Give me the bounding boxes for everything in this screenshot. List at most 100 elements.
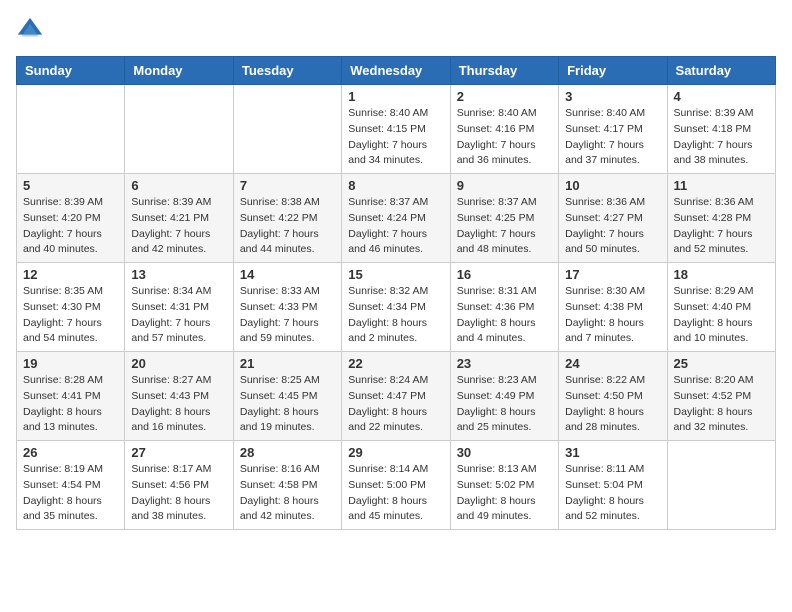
day-number: 21 bbox=[240, 356, 335, 371]
day-number: 4 bbox=[674, 89, 769, 104]
calendar-cell: 8 Sunrise: 8:37 AMSunset: 4:24 PMDaylight… bbox=[342, 174, 450, 263]
calendar-cell: 24 Sunrise: 8:22 AMSunset: 4:50 PMDayligh… bbox=[559, 352, 667, 441]
day-info: Sunrise: 8:39 AMSunset: 4:18 PMDaylight:… bbox=[674, 106, 769, 169]
header-friday: Friday bbox=[559, 57, 667, 85]
day-number: 23 bbox=[457, 356, 552, 371]
day-number: 24 bbox=[565, 356, 660, 371]
calendar-cell: 6Sunrise: 8:39 AMSunset: 4:21 PMDaylight… bbox=[125, 174, 233, 263]
calendar-cell: 9Sunrise: 8:37 AMSunset: 4:25 PMDaylight… bbox=[450, 174, 558, 263]
calendar-cell: 12Sunrise: 8:35 AMSunset: 4:30 PMDayligh… bbox=[17, 263, 125, 352]
day-number: 17 bbox=[565, 267, 660, 282]
day-number: 22 bbox=[348, 356, 443, 371]
calendar-cell: 22 Sunrise: 8:24 AMSunset: 4:47 PMDayligh… bbox=[342, 352, 450, 441]
calendar-cell: 10 Sunrise: 8:36 AMSunset: 4:27 PMDayligh… bbox=[559, 174, 667, 263]
day-number: 6 bbox=[131, 178, 226, 193]
day-number: 18 bbox=[674, 267, 769, 282]
day-info: Sunrise: 8:37 AMSunset: 4:24 PMDaylight:… bbox=[348, 195, 443, 258]
header-thursday: Thursday bbox=[450, 57, 558, 85]
day-number: 28 bbox=[240, 445, 335, 460]
day-info: Sunrise: 8:40 AMSunset: 4:15 PMDaylight:… bbox=[348, 106, 443, 169]
day-number: 26 bbox=[23, 445, 118, 460]
calendar-week-1: 1 Sunrise: 8:40 AMSunset: 4:15 PMDaylight… bbox=[17, 85, 776, 174]
day-info: Sunrise: 8:14 AMSunset: 5:00 PMDaylight:… bbox=[348, 462, 443, 525]
day-number: 3 bbox=[565, 89, 660, 104]
calendar-cell bbox=[125, 85, 233, 174]
day-number: 15 bbox=[348, 267, 443, 282]
calendar-cell: 29Sunrise: 8:14 AMSunset: 5:00 PMDayligh… bbox=[342, 441, 450, 530]
day-number: 5 bbox=[23, 178, 118, 193]
calendar-cell bbox=[17, 85, 125, 174]
page-header bbox=[16, 16, 776, 44]
calendar-cell: 20 Sunrise: 8:27 AMSunset: 4:43 PMDayligh… bbox=[125, 352, 233, 441]
day-number: 12 bbox=[23, 267, 118, 282]
day-info: Sunrise: 8:24 AMSunset: 4:47 PMDaylight:… bbox=[348, 373, 443, 436]
header-wednesday: Wednesday bbox=[342, 57, 450, 85]
day-info: Sunrise: 8:20 AMSunset: 4:52 PMDaylight:… bbox=[674, 373, 769, 436]
logo bbox=[16, 16, 48, 44]
calendar-week-2: 5 Sunrise: 8:39 AMSunset: 4:20 PMDaylight… bbox=[17, 174, 776, 263]
header-sunday: Sunday bbox=[17, 57, 125, 85]
calendar-cell: 4 Sunrise: 8:39 AMSunset: 4:18 PMDaylight… bbox=[667, 85, 775, 174]
day-info: Sunrise: 8:34 AMSunset: 4:31 PMDaylight:… bbox=[131, 284, 226, 347]
day-info: Sunrise: 8:38 AMSunset: 4:22 PMDaylight:… bbox=[240, 195, 335, 258]
logo-icon bbox=[16, 16, 44, 44]
calendar-cell bbox=[233, 85, 341, 174]
header-monday: Monday bbox=[125, 57, 233, 85]
day-number: 13 bbox=[131, 267, 226, 282]
day-info: Sunrise: 8:27 AMSunset: 4:43 PMDaylight:… bbox=[131, 373, 226, 436]
day-info: Sunrise: 8:32 AMSunset: 4:34 PMDaylight:… bbox=[348, 284, 443, 347]
day-info: Sunrise: 8:11 AMSunset: 5:04 PMDaylight:… bbox=[565, 462, 660, 525]
day-info: Sunrise: 8:36 AMSunset: 4:28 PMDaylight:… bbox=[674, 195, 769, 258]
calendar-cell: 5 Sunrise: 8:39 AMSunset: 4:20 PMDaylight… bbox=[17, 174, 125, 263]
day-info: Sunrise: 8:17 AMSunset: 4:56 PMDaylight:… bbox=[131, 462, 226, 525]
day-info: Sunrise: 8:28 AMSunset: 4:41 PMDaylight:… bbox=[23, 373, 118, 436]
day-info: Sunrise: 8:36 AMSunset: 4:27 PMDaylight:… bbox=[565, 195, 660, 258]
header-tuesday: Tuesday bbox=[233, 57, 341, 85]
calendar-cell: 2 Sunrise: 8:40 AMSunset: 4:16 PMDaylight… bbox=[450, 85, 558, 174]
day-number: 8 bbox=[348, 178, 443, 193]
calendar-cell: 15 Sunrise: 8:32 AMSunset: 4:34 PMDayligh… bbox=[342, 263, 450, 352]
calendar-table: SundayMondayTuesdayWednesdayThursdayFrid… bbox=[16, 56, 776, 530]
day-info: Sunrise: 8:29 AMSunset: 4:40 PMDaylight:… bbox=[674, 284, 769, 347]
calendar-header-row: SundayMondayTuesdayWednesdayThursdayFrid… bbox=[17, 57, 776, 85]
calendar-cell: 27 Sunrise: 8:17 AMSunset: 4:56 PMDayligh… bbox=[125, 441, 233, 530]
calendar-cell: 7 Sunrise: 8:38 AMSunset: 4:22 PMDaylight… bbox=[233, 174, 341, 263]
day-info: Sunrise: 8:40 AMSunset: 4:16 PMDaylight:… bbox=[457, 106, 552, 169]
day-info: Sunrise: 8:30 AMSunset: 4:38 PMDaylight:… bbox=[565, 284, 660, 347]
day-number: 11 bbox=[674, 178, 769, 193]
day-info: Sunrise: 8:13 AMSunset: 5:02 PMDaylight:… bbox=[457, 462, 552, 525]
header-saturday: Saturday bbox=[667, 57, 775, 85]
day-number: 31 bbox=[565, 445, 660, 460]
calendar-cell: 11 Sunrise: 8:36 AMSunset: 4:28 PMDayligh… bbox=[667, 174, 775, 263]
day-info: Sunrise: 8:37 AMSunset: 4:25 PMDaylight:… bbox=[457, 195, 552, 258]
calendar-cell bbox=[667, 441, 775, 530]
calendar-cell: 14Sunrise: 8:33 AMSunset: 4:33 PMDayligh… bbox=[233, 263, 341, 352]
day-number: 20 bbox=[131, 356, 226, 371]
day-number: 1 bbox=[348, 89, 443, 104]
day-number: 14 bbox=[240, 267, 335, 282]
day-number: 2 bbox=[457, 89, 552, 104]
day-info: Sunrise: 8:22 AMSunset: 4:50 PMDaylight:… bbox=[565, 373, 660, 436]
calendar-week-3: 12Sunrise: 8:35 AMSunset: 4:30 PMDayligh… bbox=[17, 263, 776, 352]
calendar-cell: 16 Sunrise: 8:31 AMSunset: 4:36 PMDayligh… bbox=[450, 263, 558, 352]
day-info: Sunrise: 8:16 AMSunset: 4:58 PMDaylight:… bbox=[240, 462, 335, 525]
day-number: 10 bbox=[565, 178, 660, 193]
calendar-cell: 25 Sunrise: 8:20 AMSunset: 4:52 PMDayligh… bbox=[667, 352, 775, 441]
day-info: Sunrise: 8:39 AMSunset: 4:20 PMDaylight:… bbox=[23, 195, 118, 258]
day-info: Sunrise: 8:40 AMSunset: 4:17 PMDaylight:… bbox=[565, 106, 660, 169]
calendar-cell: 23Sunrise: 8:23 AMSunset: 4:49 PMDayligh… bbox=[450, 352, 558, 441]
day-info: Sunrise: 8:25 AMSunset: 4:45 PMDaylight:… bbox=[240, 373, 335, 436]
calendar-week-5: 26Sunrise: 8:19 AMSunset: 4:54 PMDayligh… bbox=[17, 441, 776, 530]
day-number: 27 bbox=[131, 445, 226, 460]
calendar-week-4: 19Sunrise: 8:28 AMSunset: 4:41 PMDayligh… bbox=[17, 352, 776, 441]
day-info: Sunrise: 8:31 AMSunset: 4:36 PMDaylight:… bbox=[457, 284, 552, 347]
calendar-cell: 13 Sunrise: 8:34 AMSunset: 4:31 PMDayligh… bbox=[125, 263, 233, 352]
calendar-cell: 18 Sunrise: 8:29 AMSunset: 4:40 PMDayligh… bbox=[667, 263, 775, 352]
day-number: 25 bbox=[674, 356, 769, 371]
day-number: 30 bbox=[457, 445, 552, 460]
calendar-cell: 3 Sunrise: 8:40 AMSunset: 4:17 PMDaylight… bbox=[559, 85, 667, 174]
day-number: 16 bbox=[457, 267, 552, 282]
calendar-cell: 26Sunrise: 8:19 AMSunset: 4:54 PMDayligh… bbox=[17, 441, 125, 530]
calendar-cell: 19Sunrise: 8:28 AMSunset: 4:41 PMDayligh… bbox=[17, 352, 125, 441]
day-number: 7 bbox=[240, 178, 335, 193]
